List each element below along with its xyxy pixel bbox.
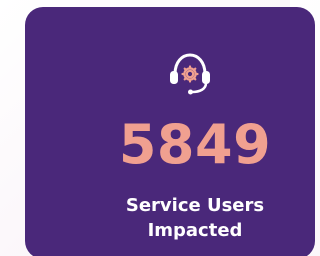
stat-label: Service Users Impacted: [125, 195, 265, 241]
headset-gear-icon: [164, 47, 216, 99]
stat-value: 5849: [118, 113, 272, 176]
stat-card: 5849 Service Users Impacted: [25, 7, 315, 256]
